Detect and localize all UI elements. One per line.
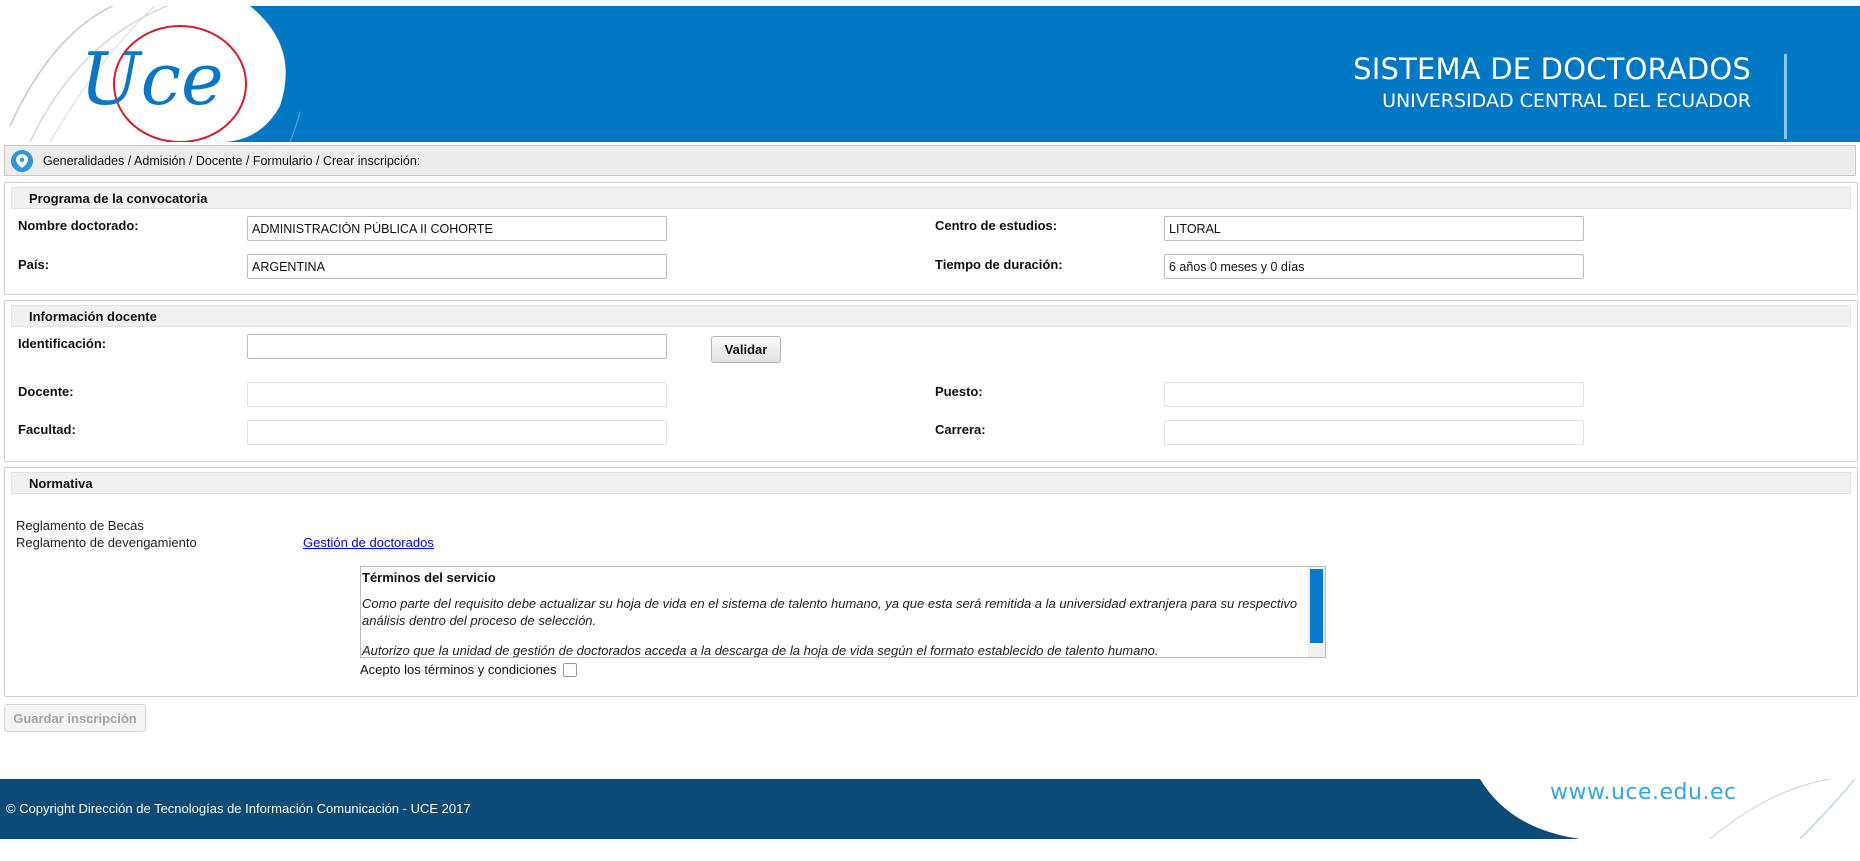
terms-paragraph-2: Autorizo que la unidad de gestión de doc… <box>362 643 1159 657</box>
nombre-doctorado-field[interactable] <box>247 216 667 241</box>
location-pin-icon <box>11 149 33 172</box>
docente-label: Docente: <box>18 384 74 399</box>
uce-logo: Uce <box>0 6 300 142</box>
title-divider <box>1784 54 1787 139</box>
terms-content: Términos del servicio Como parte del req… <box>361 567 1308 657</box>
puesto-field[interactable] <box>1164 382 1584 407</box>
pais-field[interactable] <box>247 254 667 279</box>
system-title-block: SISTEMA DE DOCTORADOS UNIVERSIDAD CENTRA… <box>1353 52 1751 114</box>
normativa-heading: Normativa <box>11 472 1851 494</box>
breadcrumb-path: Generalidades / Admisión / Docente / For… <box>43 153 421 168</box>
terms-box[interactable]: Términos del servicio Como parte del req… <box>360 566 1326 658</box>
accept-terms-checkbox[interactable] <box>562 662 577 677</box>
validar-button[interactable]: Validar <box>711 336 781 363</box>
programa-panel: Programa de la convocatoria Nombre docto… <box>4 182 1858 295</box>
identificacion-input[interactable] <box>247 334 667 359</box>
carrera-field[interactable] <box>1164 420 1584 445</box>
pais-label: País: <box>18 257 50 272</box>
footer: © Copyright Dirección de Tecnologías de … <box>0 779 1860 839</box>
facultad-field[interactable] <box>247 420 667 445</box>
header-banner: Uce SISTEMA DE DOCTORADOS UNIVERSIDAD CE… <box>0 6 1860 142</box>
footer-url[interactable]: www.uce.edu.ec <box>1550 780 1737 805</box>
facultad-label: Facultad: <box>18 422 76 437</box>
terms-scrollbar[interactable] <box>1308 567 1325 657</box>
copyright-text: © Copyright Dirección de Tecnologías de … <box>6 801 471 816</box>
gestion-doctorados-link[interactable]: Gestión de doctorados <box>303 535 434 550</box>
breadcrumb: Generalidades / Admisión / Docente / For… <box>4 145 1856 176</box>
svg-text:Uce: Uce <box>80 37 224 121</box>
docente-field[interactable] <box>247 382 667 407</box>
docente-heading: Información docente <box>11 305 1851 327</box>
centro-estudios-field[interactable] <box>1164 216 1584 241</box>
terms-title: Términos del servicio <box>362 570 496 585</box>
centro-estudios-label: Centro de estudios: <box>935 218 1058 233</box>
terms-paragraph-1: Como parte del requisito debe actualizar… <box>362 596 1298 628</box>
accept-terms-row: Acepto los términos y condiciones <box>360 662 577 677</box>
system-title: SISTEMA DE DOCTORADOS <box>1353 52 1751 86</box>
tiempo-duracion-field[interactable] <box>1164 254 1584 279</box>
docente-panel: Información docente Identificación: Vali… <box>4 300 1858 462</box>
university-name: UNIVERSIDAD CENTRAL DEL ECUADOR <box>1382 90 1751 112</box>
reglamento-becas-text: Reglamento de Becas <box>16 518 144 533</box>
nombre-doctorado-label: Nombre doctorado: <box>18 218 139 233</box>
reglamento-devengamiento-text: Reglamento de devengamiento <box>16 535 197 550</box>
tiempo-duracion-label: Tiempo de duración: <box>935 257 1063 272</box>
accept-terms-label: Acepto los términos y condiciones <box>360 662 557 677</box>
guardar-inscripcion-button[interactable]: Guardar inscripción <box>4 704 146 732</box>
puesto-label: Puesto: <box>935 384 983 399</box>
terms-scroll-thumb[interactable] <box>1310 569 1323 643</box>
identificacion-label: Identificación: <box>18 336 107 351</box>
carrera-label: Carrera: <box>935 422 986 437</box>
programa-heading: Programa de la convocatoria <box>11 187 1851 209</box>
